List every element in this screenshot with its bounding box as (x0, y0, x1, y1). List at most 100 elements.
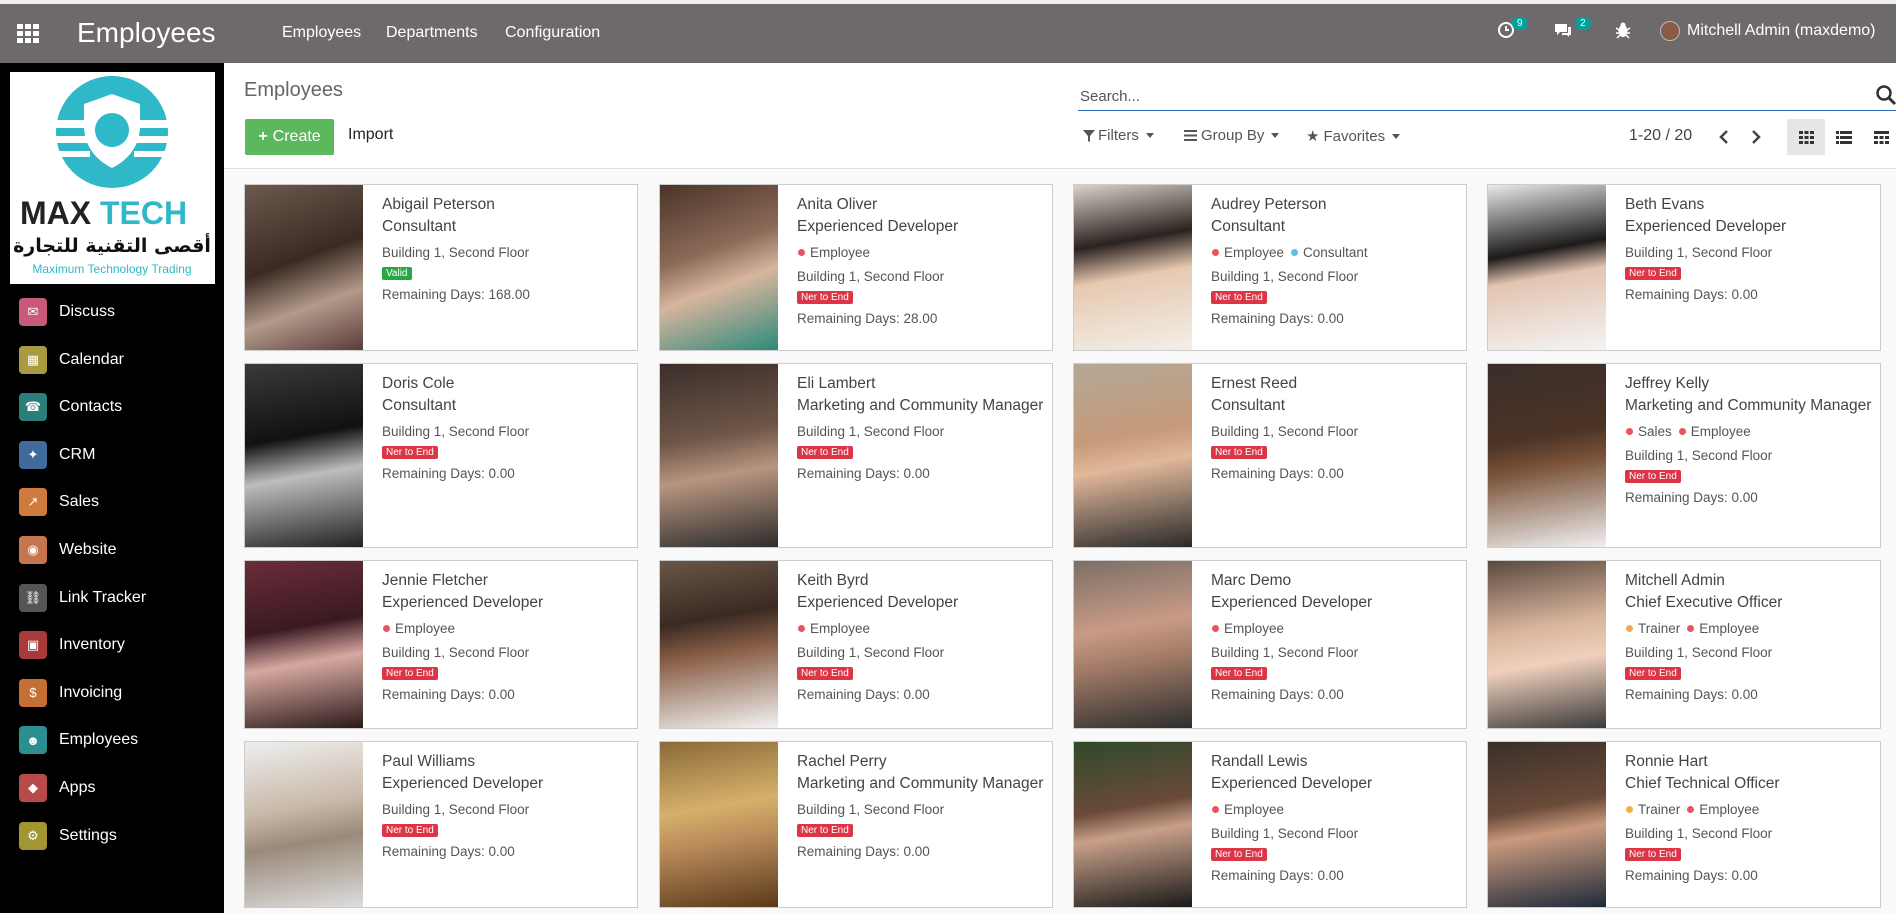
status-badge: Ner to End (797, 824, 853, 837)
tag-label: Employee (1224, 621, 1285, 636)
employee-location: Building 1, Second Floor (1211, 826, 1359, 841)
employee-card[interactable]: Beth Evans Experienced Developer Building … (1487, 184, 1881, 351)
tag-label: Employee (1224, 245, 1285, 260)
tag-dot-icon (1687, 625, 1695, 632)
pivot-view-button[interactable] (1862, 119, 1896, 155)
groupby-button[interactable]: Group By (1184, 127, 1280, 144)
app-grid-icon[interactable] (17, 24, 39, 43)
employees-icon: ☻ (19, 726, 47, 755)
create-button[interactable]: + Create (245, 119, 334, 155)
employee-info: Randall Lewis Experienced Developer Employ… (1211, 752, 1460, 883)
tag-label: Consultant (1303, 245, 1368, 260)
employee-card[interactable]: Abigail Peterson Consultant Building 1, Se… (244, 184, 638, 351)
favorites-button[interactable]: ★ Favorites (1306, 127, 1401, 145)
employee-name: Ronnie Hart (1625, 753, 1708, 770)
sidebar-item-link-tracker[interactable]: ⛓ Link Tracker (19, 583, 146, 613)
employee-card[interactable]: Randall Lewis Experienced Developer Employ… (1073, 741, 1467, 908)
status-badge: Ner to End (797, 667, 853, 680)
employee-card[interactable]: Marc Demo Experienced Developer Employee Bu… (1073, 560, 1467, 729)
employee-card[interactable]: Mitchell Admin Chief Executive Officer Tra… (1487, 560, 1881, 729)
employee-card[interactable]: Rachel Perry Marketing and Community Mana… (659, 741, 1053, 908)
sidebar-item-apps[interactable]: ◆ Apps (19, 773, 95, 803)
chevron-left-icon[interactable] (1716, 129, 1732, 145)
employee-info: Ronnie Hart Chief Technical Officer Traine… (1625, 752, 1874, 883)
status-badge: Ner to End (1625, 848, 1681, 861)
sidebar-item-crm[interactable]: ✦ CRM (19, 440, 95, 470)
search-icon[interactable] (1874, 83, 1896, 107)
employee-name: Paul Williams (382, 753, 476, 770)
list-view-icon (1836, 130, 1852, 144)
apps-icon: ◆ (19, 774, 47, 802)
tag-dot-icon (798, 625, 805, 632)
contacts-icon: ☎ (19, 393, 47, 422)
employee-location: Building 1, Second Floor (797, 424, 945, 439)
sidebar-item-settings[interactable]: ⚙ Settings (19, 821, 117, 851)
sidebar-item-discuss[interactable]: ✉ Discuss (19, 297, 115, 327)
menu-configuration[interactable]: Configuration (505, 24, 600, 42)
employee-card[interactable]: Ronnie Hart Chief Technical Officer Traine… (1487, 741, 1881, 908)
employee-photo (1488, 364, 1606, 547)
employee-card[interactable]: Eli Lambert Marketing and Community Manag… (659, 363, 1053, 548)
sidebar-item-sales[interactable]: ↗ Sales (19, 487, 99, 517)
tag: Employee (1686, 621, 1759, 636)
employee-card[interactable]: Jeffrey Kelly Marketing and Community Man… (1487, 363, 1881, 548)
list-view-button[interactable] (1825, 119, 1863, 155)
sidebar-item-calendar[interactable]: ▦ Calendar (19, 345, 124, 375)
sidebar-item-contacts[interactable]: ☎ Contacts (19, 392, 122, 422)
kanban-view-button[interactable] (1787, 119, 1825, 155)
sidebar-item-employees[interactable]: ☻ Employees (19, 725, 138, 755)
sidebar-item-label: Calendar (59, 350, 124, 368)
employee-card[interactable]: Audrey Peterson Consultant Employee Consult… (1073, 184, 1467, 351)
tag-dot-icon (1212, 625, 1219, 632)
company-logo: MAX TECH أقصى التقنية للتجارة Maximum Te… (10, 72, 215, 284)
import-button[interactable]: Import (348, 126, 393, 144)
sidebar-item-inventory[interactable]: ▣ Inventory (19, 630, 125, 660)
remaining-days: Remaining Days: 0.00 (1625, 687, 1758, 702)
menu-departments[interactable]: Departments (386, 24, 478, 42)
remaining-days: Remaining Days: 28.00 (797, 311, 938, 326)
employee-photo (660, 364, 778, 547)
employee-tags: Employee (797, 244, 1046, 261)
tag: Employee (1678, 424, 1751, 439)
sidebar-item-invoicing[interactable]: $ Invoicing (19, 678, 122, 708)
grid-view-icon (1798, 130, 1814, 144)
employee-card[interactable]: Ernest Reed Consultant Building 1, Second … (1073, 363, 1467, 548)
employee-photo (1074, 742, 1192, 907)
employee-info: Paul Williams Experienced Developer Buildi… (382, 752, 631, 859)
menu-employees[interactable]: Employees (282, 24, 361, 42)
employee-info: Jeffrey Kelly Marketing and Community Man… (1625, 374, 1874, 505)
employee-card[interactable]: Anita Oliver Experienced Developer Employe… (659, 184, 1053, 351)
employee-card[interactable]: Jennie Fletcher Experienced Developer Empl… (244, 560, 638, 729)
employee-card[interactable]: Doris Cole Consultant Building 1, Second F… (244, 363, 638, 548)
employee-card[interactable]: Paul Williams Experienced Developer Buildi… (244, 741, 638, 908)
employee-info: Jennie Fletcher Experienced Developer Empl… (382, 571, 631, 702)
pager-value[interactable]: 1-20 / 20 (1629, 127, 1692, 145)
employee-card[interactable]: Keith Byrd Experienced Developer Employee B… (659, 560, 1053, 729)
sidebar-item-label: Sales (59, 493, 100, 511)
employee-job: Consultant (1211, 397, 1286, 414)
chevron-right-icon[interactable] (1748, 129, 1764, 145)
activity-count-badge: 9 (1512, 17, 1528, 30)
tag-label: Trainer (1638, 621, 1681, 636)
app-title[interactable]: Employees (77, 17, 216, 49)
employee-job: Experienced Developer (1211, 594, 1373, 611)
favorites-label: Favorites (1323, 127, 1386, 145)
employee-photo (1488, 561, 1606, 728)
employee-tags: Employee (1211, 620, 1460, 637)
sidebar-item-label: Employees (59, 731, 139, 749)
messages-button[interactable]: 2 (1553, 17, 1591, 44)
website-icon: ◉ (19, 536, 47, 564)
sidebar-item-label: Contacts (59, 398, 123, 416)
user-menu[interactable]: Mitchell Admin (maxdemo) (1660, 21, 1876, 41)
tag-label: Sales (1638, 424, 1672, 439)
employee-name: Doris Cole (382, 375, 455, 392)
debug-button[interactable] (1615, 21, 1631, 44)
search-input[interactable] (1080, 85, 1850, 107)
activity-button[interactable]: 9 (1497, 17, 1528, 44)
sidebar-item-website[interactable]: ◉ Website (19, 535, 117, 565)
employee-name: Eli Lambert (797, 375, 876, 392)
filters-button[interactable]: Filters (1083, 127, 1154, 144)
remaining-days: Remaining Days: 0.00 (797, 687, 930, 702)
logo-arabic: أقصى التقنية للتجارة (13, 233, 211, 257)
employee-name: Jennie Fletcher (382, 572, 488, 589)
